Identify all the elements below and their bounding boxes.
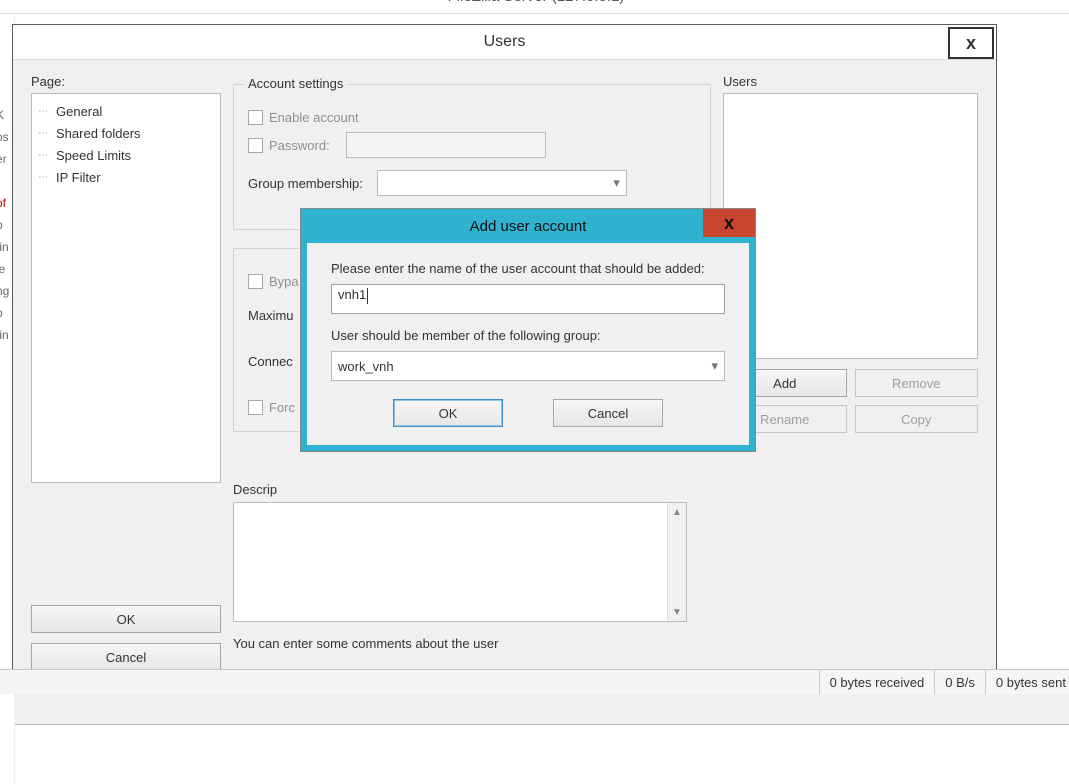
add-user-body: Please enter the name of the user accoun… [307,243,749,445]
main-window-content: Koser ofptinlengptin Users x Page: ⋯Gene… [0,14,1069,694]
password-input[interactable] [346,132,546,158]
page-tree-item-label: Shared folders [56,126,141,141]
page-tree-item-label: Speed Limits [56,148,131,163]
remove-user-button[interactable]: Remove [855,369,979,397]
main-window-titlebar: FileZilla Server (127.0.0.1) [0,0,1069,14]
users-dialog-ok-button[interactable]: OK [31,605,221,633]
status-rate: 0 B/s [934,670,985,694]
status-bytes-received: 0 bytes received [819,670,935,694]
close-icon: x [724,213,734,234]
add-user-button-row: OK Cancel [331,399,725,427]
page-panel: Page: ⋯General⋯Shared folders⋯Speed Limi… [31,74,221,483]
connection-label: Connec [248,354,293,369]
maximum-label: Maximu [248,308,294,323]
scroll-down-icon[interactable]: ▼ [668,603,686,621]
add-user-group-prompt: User should be member of the following g… [331,328,725,343]
copy-user-button[interactable]: Copy [855,405,979,433]
group-membership-label: Group membership: [248,176,363,191]
add-user-close-button[interactable]: x [703,209,755,237]
add-user-name-value: vnh1 [338,287,366,302]
force-checkbox[interactable] [248,400,263,415]
group-membership-combo[interactable]: ▾ [377,170,627,196]
add-user-title: Add user account [470,218,587,235]
password-label: Password: [269,138,330,153]
statusbar: 0 bytes received 0 B/s 0 bytes sent [0,669,1069,694]
users-list[interactable] [723,93,978,359]
password-checkbox[interactable] [248,138,263,153]
scroll-up-icon[interactable]: ▲ [668,503,686,521]
add-user-cancel-button[interactable]: Cancel [553,399,663,427]
chevron-down-icon: ▾ [613,175,620,191]
main-window-title: FileZilla Server (127.0.0.1) [448,0,625,5]
force-label: Forc [269,400,295,415]
description-textarea[interactable]: ▲ ▼ [233,502,687,622]
page-tree-item-label: General [56,104,102,119]
tree-branch-icon: ⋯ [38,172,56,183]
description-label: Descrip [233,482,277,497]
main-window: FileZilla Server (127.0.0.1) Koser ofpti… [0,0,1069,725]
close-icon: x [966,33,976,54]
enable-account-checkbox[interactable] [248,110,263,125]
users-dialog-close-button[interactable]: x [948,27,994,59]
bypass-label: Bypa [269,274,299,289]
add-user-prompt: Please enter the name of the user accoun… [331,261,725,276]
add-user-ok-button[interactable]: OK [393,399,503,427]
page-tree-item[interactable]: ⋯Shared folders [38,122,214,144]
page-tree-item[interactable]: ⋯IP Filter [38,166,214,188]
page-label: Page: [31,74,221,89]
users-list-panel: Users Add Remove Rename Copy [723,74,978,433]
account-settings-legend: Account settings [244,76,347,91]
tree-branch-icon: ⋯ [38,106,56,117]
tree-branch-icon: ⋯ [38,150,56,161]
add-user-group-combo[interactable]: work_vnh ▾ [331,351,725,381]
page-tree[interactable]: ⋯General⋯Shared folders⋯Speed Limits⋯IP … [31,93,221,483]
bypass-checkbox[interactable] [248,274,263,289]
chevron-down-icon: ▾ [711,358,718,374]
users-dialog-title: Users [484,33,526,51]
add-user-name-input[interactable]: vnh1 [331,284,725,314]
add-user-group-value: work_vnh [338,359,394,374]
users-list-label: Users [723,74,978,89]
add-user-dialog: Add user account x Please enter the name… [301,209,755,451]
page-tree-item[interactable]: ⋯General [38,100,214,122]
description-scrollbar[interactable]: ▲ ▼ [667,503,686,621]
enable-account-label: Enable account [269,110,359,125]
tree-branch-icon: ⋯ [38,128,56,139]
users-dialog-cancel-button[interactable]: Cancel [31,643,221,671]
description-hint: You can enter some comments about the us… [233,636,498,651]
users-dialog-titlebar: Users x [13,25,996,60]
page-tree-item-label: IP Filter [56,170,101,185]
status-bytes-sent: 0 bytes sent [985,670,1069,694]
users-button-grid: Add Remove Rename Copy [723,369,978,433]
page-tree-item[interactable]: ⋯Speed Limits [38,144,214,166]
text-caret [367,288,368,304]
add-user-titlebar: Add user account x [301,209,755,243]
